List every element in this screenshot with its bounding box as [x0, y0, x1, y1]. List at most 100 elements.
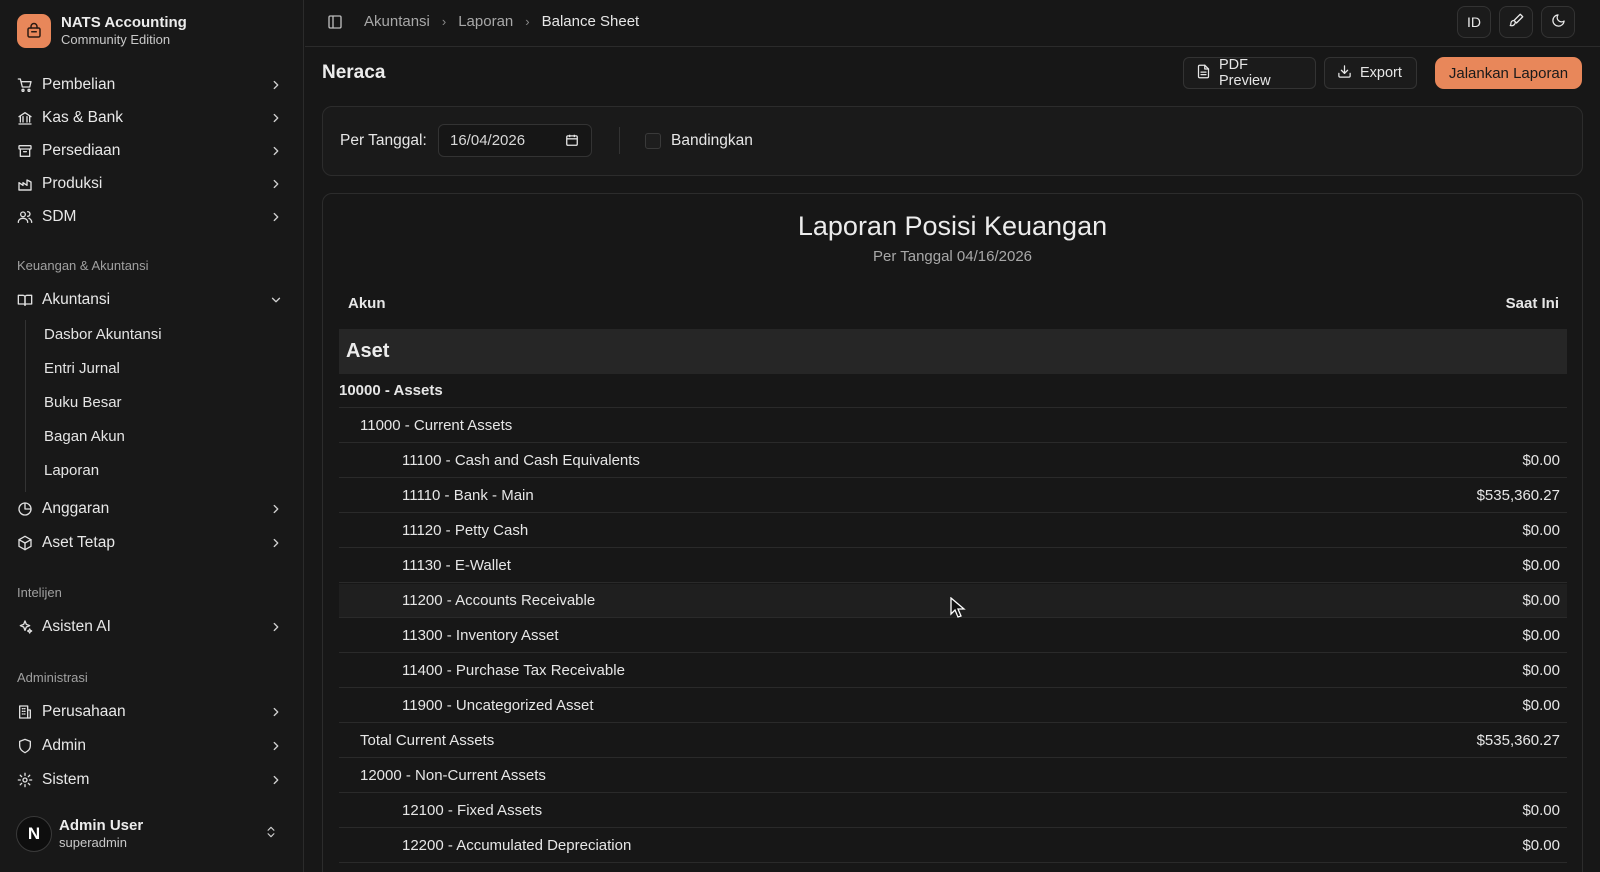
- cart-icon: [17, 77, 33, 93]
- sparkles-icon: [17, 619, 33, 635]
- account-name: 11900 - Uncategorized Asset: [402, 697, 594, 714]
- account-amount: $0.00: [1522, 522, 1560, 539]
- compare-checkbox[interactable]: [645, 133, 661, 149]
- table-row[interactable]: 11000 - Current Assets: [339, 409, 1567, 443]
- account-name: 11110 - Bank - Main: [402, 487, 534, 504]
- section-header-assets: Aset: [339, 329, 1567, 374]
- dark-mode-button[interactable]: [1541, 6, 1575, 38]
- sidebar-item-admin[interactable]: Admin: [8, 730, 296, 762]
- sidebar-subitem-buku-besar[interactable]: Buku Besar: [36, 387, 292, 417]
- compare-label[interactable]: Bandingkan: [671, 132, 753, 150]
- table-row[interactable]: 12100 - Fixed Assets $0.00: [339, 794, 1567, 828]
- account-amount: $0.00: [1522, 557, 1560, 574]
- sidebar-toggle-icon[interactable]: [327, 14, 343, 34]
- table-row[interactable]: 11300 - Inventory Asset $0.00: [339, 619, 1567, 653]
- account-amount: $0.00: [1522, 592, 1560, 609]
- archive-icon: [17, 143, 33, 159]
- sidebar-subitem-dasbor-akuntansi[interactable]: Dasbor Akuntansi: [36, 319, 292, 349]
- run-report-button[interactable]: Jalankan Laporan: [1435, 57, 1582, 89]
- chevron-right-icon: ›: [441, 14, 447, 29]
- chevron-right-icon: [268, 535, 284, 551]
- brand[interactable]: NATS Accounting Community Edition: [17, 14, 187, 48]
- breadcrumb-akuntansi[interactable]: Akuntansi: [364, 13, 430, 30]
- account-name: Total Current Assets: [360, 732, 495, 749]
- table-row[interactable]: 12200 - Accumulated Depreciation $0.00: [339, 829, 1567, 863]
- sidebar-item-asisten-ai[interactable]: Asisten AI: [8, 611, 296, 643]
- moon-icon: [1551, 13, 1566, 31]
- sidebar-item-sistem[interactable]: Sistem: [8, 764, 296, 796]
- user-role: superadmin: [59, 835, 127, 850]
- topbar: Akuntansi › Laporan › Balance Sheet ID: [305, 0, 1600, 47]
- account-name: 11400 - Purchase Tax Receivable: [402, 662, 625, 679]
- chevron-right-icon: [268, 209, 284, 225]
- column-header-account: Akun: [348, 295, 386, 312]
- sidebar-subitem-bagan-akun[interactable]: Bagan Akun: [36, 421, 292, 451]
- app-name: NATS Accounting: [61, 14, 187, 31]
- sidebar-subitem-entri-jurnal[interactable]: Entri Jurnal: [36, 353, 292, 383]
- chevron-right-icon: [268, 738, 284, 754]
- pie-icon: [17, 501, 33, 517]
- table-row[interactable]: 10000 - Assets: [339, 374, 1567, 408]
- brand-logo-icon: [17, 14, 51, 48]
- download-icon: [1337, 64, 1352, 83]
- sidebar-item-perusahaan[interactable]: Perusahaan: [8, 696, 296, 728]
- table-row[interactable]: 11900 - Uncategorized Asset $0.00: [339, 689, 1567, 723]
- breadcrumb-balance-sheet: Balance Sheet: [541, 13, 640, 30]
- theme-brush-button[interactable]: [1499, 6, 1533, 38]
- sidebar: NATS Accounting Community Edition Pembel…: [0, 0, 304, 872]
- account-name: 11100 - Cash and Cash Equivalents: [402, 452, 640, 469]
- users-icon: [17, 209, 33, 225]
- account-name: 11300 - Inventory Asset: [402, 627, 559, 644]
- date-input[interactable]: 16/04/2026: [438, 124, 592, 157]
- account-name: 12100 - Fixed Assets: [402, 802, 543, 819]
- account-name: 11200 - Accounts Receivable: [402, 592, 596, 609]
- sidebar-item-label: Kas & Bank: [42, 109, 123, 126]
- table-row[interactable]: 11400 - Purchase Tax Receivable $0.00: [339, 654, 1567, 688]
- sidebar-item-sdm[interactable]: SDM: [8, 201, 296, 233]
- calendar-icon[interactable]: [565, 133, 579, 151]
- table-row[interactable]: 12000 - Non-Current Assets: [339, 759, 1567, 793]
- sidebar-item-aset-tetap[interactable]: Aset Tetap: [8, 527, 296, 559]
- table-row[interactable]: 11130 - E-Wallet $0.00: [339, 549, 1567, 583]
- date-value: 16/04/2026: [450, 132, 526, 149]
- export-button[interactable]: Export: [1324, 57, 1417, 89]
- sidebar-item-kas-and-bank[interactable]: Kas & Bank: [8, 102, 296, 134]
- report-subtitle: Per Tanggal 04/16/2026: [872, 248, 1033, 265]
- table-row[interactable]: 11110 - Bank - Main $535,360.27: [339, 479, 1567, 513]
- sidebar-subitem-laporan[interactable]: Laporan: [36, 455, 292, 485]
- sidebar-item-produksi[interactable]: Produksi: [8, 168, 296, 200]
- chevron-right-icon: [268, 143, 284, 159]
- sidebar-item-anggaran[interactable]: Anggaran: [8, 493, 296, 525]
- table-row[interactable]: [339, 864, 1567, 872]
- avatar: N: [16, 816, 52, 852]
- divider: [619, 127, 620, 154]
- account-amount: $535,360.27: [1476, 732, 1560, 749]
- sidebar-item-pembelian[interactable]: Pembelian: [8, 69, 296, 101]
- account-name: 11130 - E-Wallet: [402, 557, 511, 574]
- user-menu[interactable]: N Admin User superadmin: [16, 812, 288, 856]
- sidebar-item-label: Asisten AI: [42, 618, 111, 635]
- sidebar-item-label: Admin: [42, 737, 86, 754]
- breadcrumb-laporan[interactable]: Laporan: [458, 13, 513, 30]
- breadcrumb: Akuntansi › Laporan › Balance Sheet: [364, 13, 639, 30]
- page-title: Neraca: [322, 62, 386, 83]
- table-row[interactable]: Total Current Assets $535,360.27: [339, 724, 1567, 758]
- pdf-preview-button[interactable]: PDF Preview: [1183, 57, 1316, 89]
- table-row[interactable]: 11100 - Cash and Cash Equivalents $0.00: [339, 444, 1567, 478]
- sidebar-item-label: Pembelian: [42, 76, 116, 93]
- sidebar-item-persediaan[interactable]: Persediaan: [8, 135, 296, 167]
- account-name: 12000 - Non-Current Assets: [360, 767, 546, 784]
- account-name: 12200 - Accumulated Depreciation: [402, 837, 632, 854]
- chevron-right-icon: [268, 619, 284, 635]
- account-name: 11120 - Petty Cash: [402, 522, 529, 539]
- chevron-right-icon: [268, 772, 284, 788]
- language-button[interactable]: ID: [1457, 6, 1491, 38]
- account-amount: $0.00: [1522, 662, 1560, 679]
- gear-icon: [17, 772, 33, 788]
- account-amount: $0.00: [1522, 697, 1560, 714]
- account-name: 11000 - Current Assets: [360, 417, 513, 434]
- date-label: Per Tanggal:: [340, 132, 427, 149]
- sidebar-item-akuntansi[interactable]: Akuntansi: [8, 284, 296, 316]
- pdf-preview-label: PDF Preview: [1219, 57, 1271, 89]
- table-row[interactable]: 11120 - Petty Cash $0.00: [339, 514, 1567, 548]
